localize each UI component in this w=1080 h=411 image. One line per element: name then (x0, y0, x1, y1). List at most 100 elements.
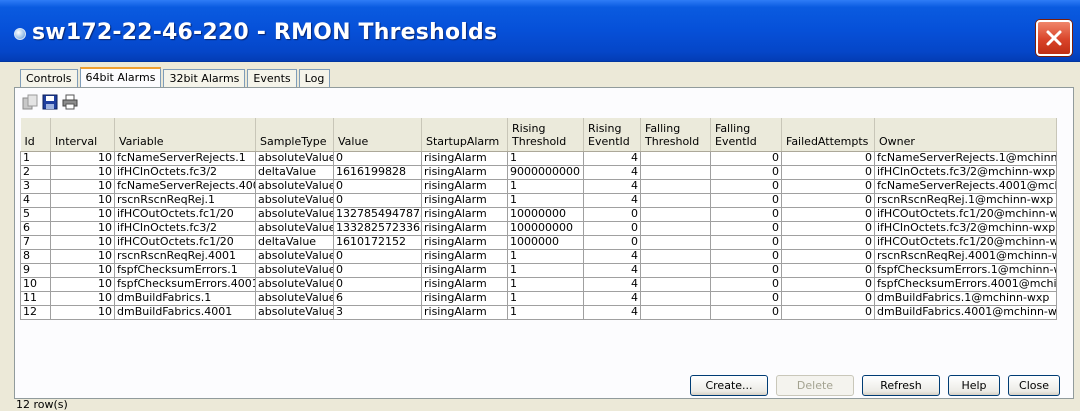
table-cell[interactable]: absoluteValue (255, 290, 334, 306)
table-cell[interactable]: 0 (710, 234, 782, 250)
table-cell[interactable]: 0 (710, 262, 782, 278)
table-cell[interactable]: rscnRscnReqRej.1 (114, 192, 256, 208)
table-cell[interactable]: 1 (507, 178, 584, 194)
table-row[interactable]: 3 10 fcNameServerRejects.4001 absoluteValue… (20, 178, 1057, 194)
table-cell[interactable] (640, 220, 711, 236)
table-cell[interactable]: 4 (583, 290, 641, 306)
table-row[interactable]: 1 10 fcNameServerRejects.1 absoluteValue 0 ri… (20, 150, 1057, 166)
table-cell[interactable]: 10 (50, 290, 115, 306)
title-bar[interactable]: sw172-22-46-220 - RMON Thresholds (0, 0, 1080, 62)
table-cell[interactable]: risingAlarm (421, 290, 508, 306)
table-cell[interactable]: rscnRscnReqRej.4001@mchinn-wxp (874, 248, 1057, 264)
table-cell[interactable]: fcNameServerRejects.1@mchinn-wxp (874, 150, 1057, 166)
table-cell[interactable]: ifHCOutOctets.fc1/20 (114, 234, 256, 250)
col-header[interactable]: SampleType (255, 118, 334, 152)
table-cell[interactable]: 0 (781, 234, 875, 250)
table-cell[interactable]: absoluteValue (255, 262, 334, 278)
table-cell[interactable]: 10 (50, 220, 115, 236)
table-cell[interactable]: ifHCOutOctets.fc1/20@mchinn-wxp (874, 206, 1057, 222)
table-cell[interactable]: 0 (710, 248, 782, 264)
table-cell[interactable]: 0 (710, 164, 782, 180)
table-cell[interactable]: 10 (50, 262, 115, 278)
table-cell[interactable]: rscnRscnReqRej.1@mchinn-wxp (874, 192, 1057, 208)
table-row[interactable]: 10 10 fspfChecksumErrors.4001 absoluteValue… (20, 276, 1057, 292)
table-cell[interactable]: absoluteValue (255, 178, 334, 194)
table-cell[interactable]: 10 (50, 206, 115, 222)
table-cell[interactable]: dmBuildFabrics.4001@mchinn-wxp (874, 304, 1057, 320)
close-button[interactable]: Close (1008, 375, 1060, 396)
table-cell[interactable]: 0 (781, 178, 875, 194)
col-header[interactable]: Falling Threshold (640, 118, 711, 152)
table-cell[interactable]: 4 (583, 192, 641, 208)
table-cell[interactable] (640, 150, 711, 166)
table-cell[interactable] (640, 178, 711, 194)
table-cell[interactable] (640, 248, 711, 264)
delete-button[interactable]: Delete (776, 375, 854, 396)
table-cell[interactable]: 0 (333, 262, 422, 278)
table-cell[interactable]: 0 (710, 220, 782, 236)
table-cell[interactable]: 11 (20, 290, 51, 306)
table-cell[interactable]: fcNameServerRejects.4001@mchinn-wxp (874, 178, 1057, 194)
table-cell[interactable]: 0 (583, 220, 641, 236)
table-cell[interactable]: 0 (710, 192, 782, 208)
col-header[interactable]: FailedAttempts (781, 118, 875, 152)
table-cell[interactable]: 0 (710, 304, 782, 320)
col-header[interactable]: Falling EventId (710, 118, 782, 152)
tab-log[interactable]: Log (298, 69, 331, 87)
table-cell[interactable]: absoluteValue (255, 276, 334, 292)
table-cell[interactable]: fspfChecksumErrors.1@mchinn-wxp (874, 262, 1057, 278)
table-cell[interactable]: risingAlarm (421, 276, 508, 292)
table-cell[interactable]: 10 (50, 248, 115, 264)
table-cell[interactable]: dmBuildFabrics.1@mchinn-wxp (874, 290, 1057, 306)
print-icon[interactable] (62, 94, 78, 110)
tab-32bit-alarms[interactable]: 32bit Alarms (163, 69, 246, 87)
table-row[interactable]: 4 10 rscnRscnReqRej.1 absoluteValue 0 risingA… (20, 192, 1057, 208)
table-cell[interactable]: dmBuildFabrics.1 (114, 290, 256, 306)
table-cell[interactable]: 1 (507, 192, 584, 208)
table-row[interactable]: 8 10 rscnRscnReqRej.4001 absoluteValue 0 risi… (20, 248, 1057, 264)
table-cell[interactable]: 1610172152 (333, 234, 422, 250)
table-cell[interactable]: 0 (781, 304, 875, 320)
table-cell[interactable]: 100000000 (507, 220, 584, 236)
table-cell[interactable]: fspfChecksumErrors.1 (114, 262, 256, 278)
table-cell[interactable]: deltaValue (255, 164, 334, 180)
table-row[interactable]: 6 10 ifHCInOctets.fc3/2 absoluteValue 133282… (20, 220, 1057, 236)
table-cell[interactable]: ifHCInOctets.fc3/2 (114, 220, 256, 236)
help-button[interactable]: Help (948, 375, 1000, 396)
table-cell[interactable]: absoluteValue (255, 220, 334, 236)
table-cell[interactable]: 1 (507, 150, 584, 166)
table-cell[interactable]: 0 (333, 192, 422, 208)
table-cell[interactable]: 10 (50, 304, 115, 320)
table-cell[interactable]: risingAlarm (421, 248, 508, 264)
table-cell[interactable]: dmBuildFabrics.4001 (114, 304, 256, 320)
save-icon[interactable] (42, 94, 58, 110)
create-button[interactable]: Create... (690, 375, 768, 396)
table-cell[interactable]: 1616199828 (333, 164, 422, 180)
table-cell[interactable]: risingAlarm (421, 304, 508, 320)
table-cell[interactable]: risingAlarm (421, 150, 508, 166)
table-cell[interactable]: 9000000000 (507, 164, 584, 180)
col-header[interactable]: Id (20, 118, 51, 152)
table-cell[interactable]: 4 (20, 192, 51, 208)
table-cell[interactable]: 8 (20, 248, 51, 264)
table-cell[interactable]: risingAlarm (421, 262, 508, 278)
col-header[interactable]: Rising EventId (583, 118, 641, 152)
table-cell[interactable]: 10 (50, 178, 115, 194)
col-header[interactable]: Variable (114, 118, 256, 152)
table-row[interactable]: 7 10 ifHCOutOctets.fc1/20 deltaValue 1610172… (20, 234, 1057, 250)
table-cell[interactable]: 0 (781, 192, 875, 208)
table-cell[interactable]: 0 (710, 150, 782, 166)
table-cell[interactable]: risingAlarm (421, 192, 508, 208)
table-cell[interactable]: absoluteValue (255, 150, 334, 166)
table-cell[interactable]: 1 (507, 262, 584, 278)
table-cell[interactable]: 9 (20, 262, 51, 278)
refresh-button[interactable]: Refresh (862, 375, 940, 396)
table-cell[interactable]: fcNameServerRejects.4001 (114, 178, 256, 194)
table-row[interactable]: 5 10 ifHCOutOctets.fc1/20 absoluteValue 1327… (20, 206, 1057, 222)
table-cell[interactable]: 0 (781, 248, 875, 264)
table-cell[interactable]: 4 (583, 178, 641, 194)
table-cell[interactable]: 10 (50, 276, 115, 292)
table-cell[interactable]: ifHCInOctets.fc3/2@mchinn-wxp (874, 164, 1057, 180)
table-cell[interactable]: 0 (710, 206, 782, 222)
table-cell[interactable]: 0 (583, 234, 641, 250)
